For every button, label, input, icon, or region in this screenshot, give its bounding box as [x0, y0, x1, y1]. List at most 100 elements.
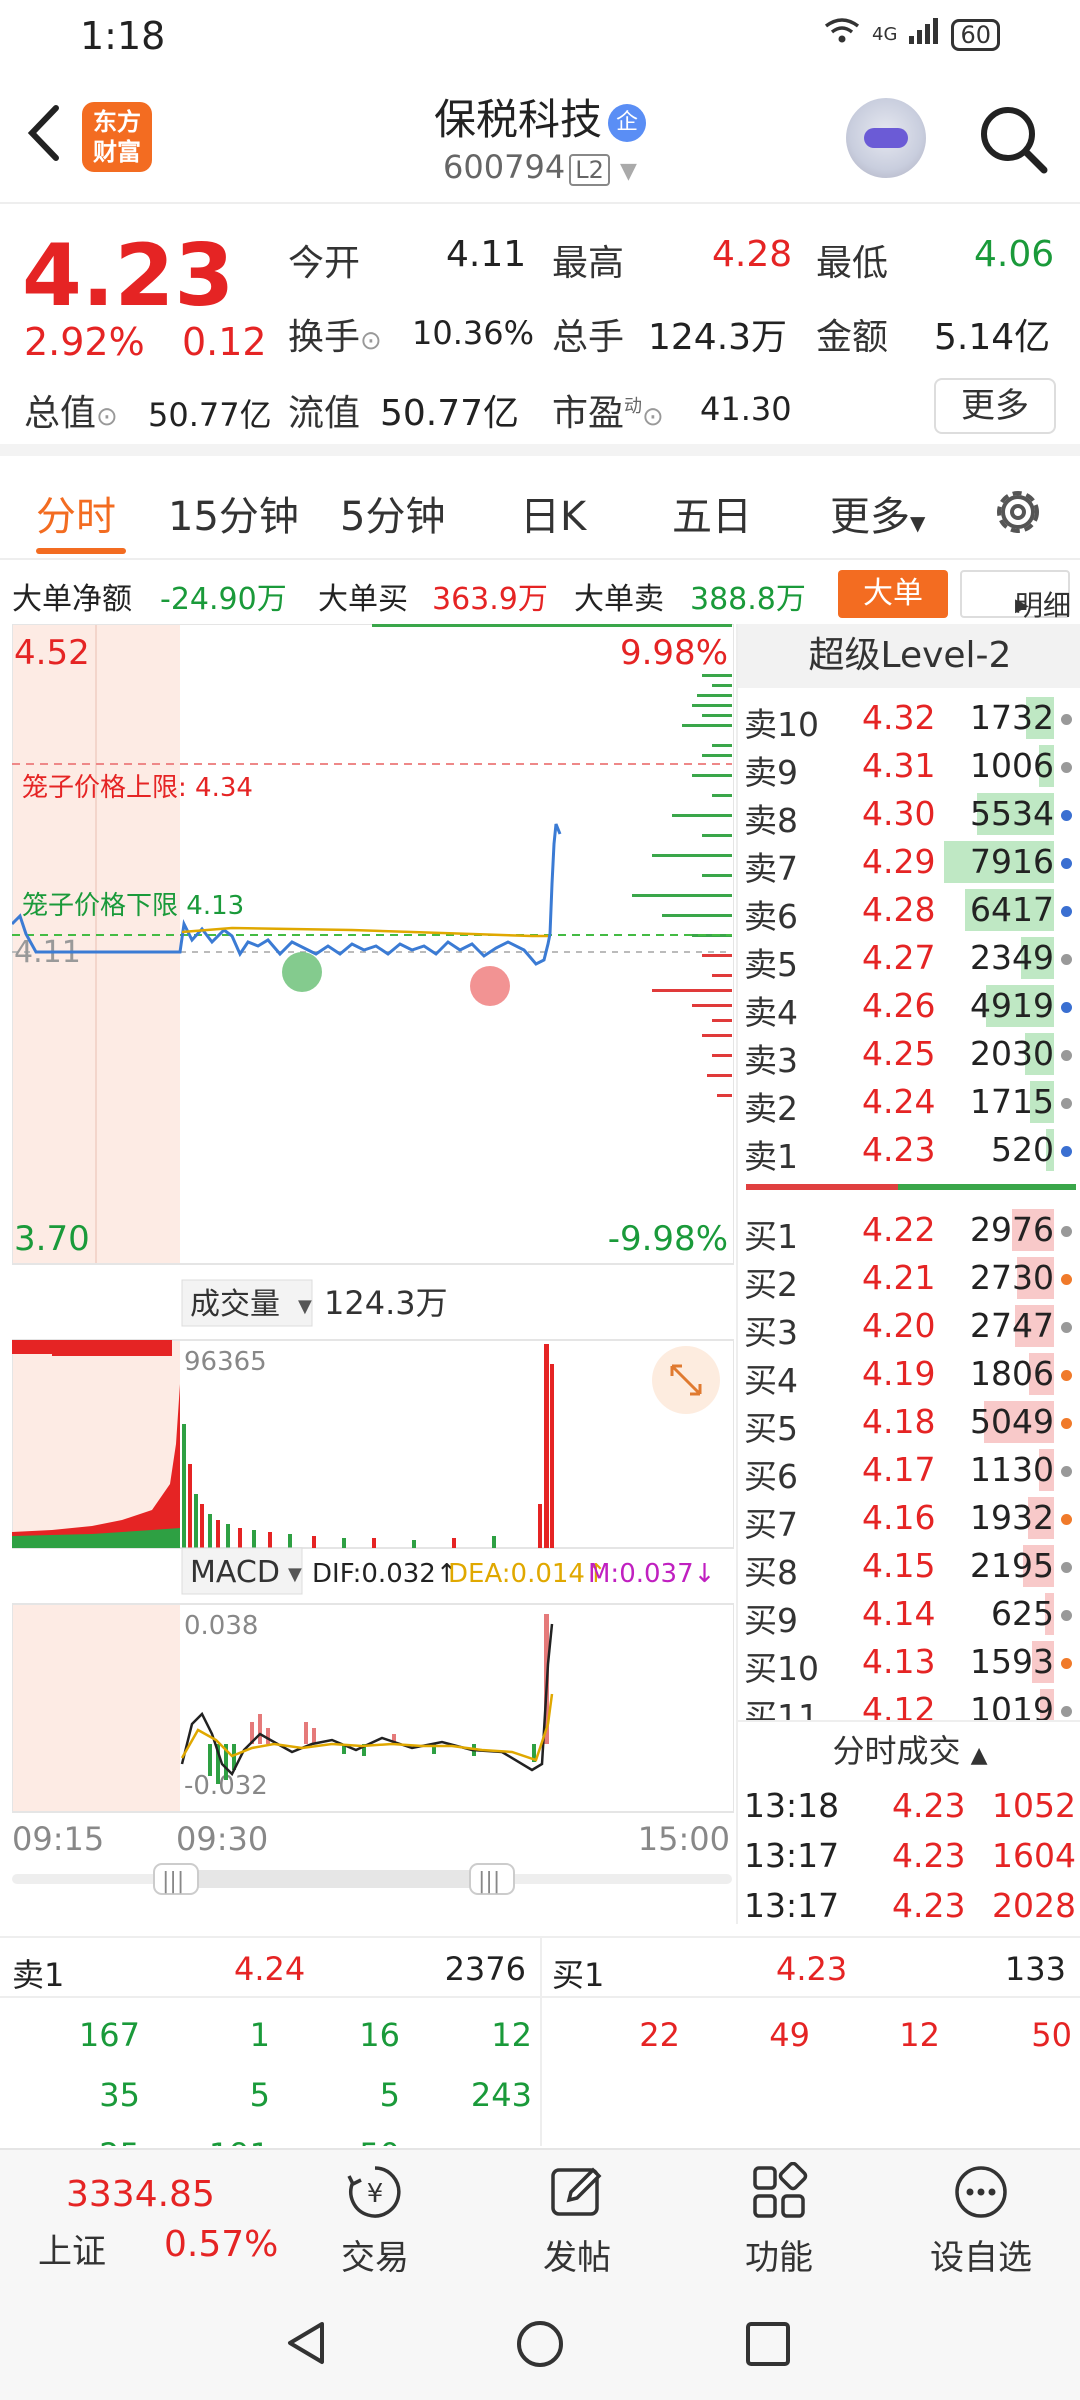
sell-value: 388.8万 [690, 582, 806, 617]
dropdown-triangle-icon: ▼ [288, 1564, 302, 1585]
net-value: -24.90万 [160, 582, 287, 617]
time-start-label: 09:15 [12, 1820, 104, 1858]
bid-volume: 5049 [970, 1402, 1054, 1441]
tab-5min[interactable]: 5分钟 [340, 484, 445, 542]
info-icon: ⊙ [360, 326, 382, 356]
buy-queue-order: 12 [899, 2016, 940, 2054]
turnover-value: 10.36% [412, 314, 535, 352]
bid-volume: 1806 [970, 1354, 1054, 1393]
tab-daily-k[interactable]: 日K [520, 484, 586, 542]
buy-queue-order: 22 [639, 2016, 680, 2054]
bid-volume: 1593 [970, 1642, 1054, 1681]
nav-post[interactable]: 发帖 [512, 2162, 642, 2282]
high-value: 4.28 [712, 234, 793, 275]
bid-volume: 2747 [970, 1306, 1054, 1345]
bid-price: 4.12 [862, 1690, 936, 1720]
tab-five-day[interactable]: 五日 [672, 484, 752, 542]
bid-label: 买5 [744, 1409, 798, 1448]
recents-square-icon[interactable] [744, 2320, 792, 2368]
svg-text:¥: ¥ [367, 2179, 384, 2209]
bid-row[interactable]: 买5 4.18 5049 [738, 1398, 1080, 1448]
bid-price: 4.15 [862, 1546, 936, 1585]
detail-button[interactable]: 明细 ▶ [960, 570, 1071, 622]
bid-row[interactable]: 买11 4.12 1019 [738, 1686, 1080, 1720]
bid-volume: 625 [991, 1594, 1054, 1633]
macd-m: M:0.037↓ [588, 1559, 715, 1589]
bid-dot-icon [1061, 1274, 1072, 1285]
bid-price: 4.18 [862, 1402, 936, 1441]
svg-text:|||: ||| [478, 1869, 500, 1894]
bid-price: 4.16 [862, 1498, 936, 1537]
bid-volume: 2976 [970, 1210, 1054, 1249]
search-icon[interactable] [976, 102, 1050, 176]
bottom-nav: 3334.85 上证 0.57% ¥ 交易 发帖 功能 设自选 [0, 2148, 1080, 2282]
buy-queue-header: 买1 4.23 133 [542, 1938, 1080, 1998]
robot-assistant-avatar[interactable] [846, 98, 926, 178]
buy-queue-label: 买1 [552, 1956, 605, 1994]
price-high-label: 4.52 [14, 633, 90, 673]
bid-row[interactable]: 买6 4.17 1130 [738, 1446, 1080, 1496]
sell-queue-order: 5 [379, 2076, 400, 2114]
bid-row[interactable]: 买9 4.14 625 [738, 1590, 1080, 1640]
mktcap-value: 50.77亿 [148, 396, 272, 434]
back-triangle-icon[interactable] [282, 2318, 332, 2368]
nav-functions[interactable]: 功能 [714, 2162, 844, 2282]
bid-row[interactable]: 买4 4.19 1806 [738, 1350, 1080, 1400]
big-order-bar: 大单净额 -24.90万 大单买 363.9万 大单卖 388.8万 大单 明细… [0, 562, 1080, 622]
cage-upper-label: 笼子价格上限: 4.34 [22, 773, 253, 803]
stock-name: 保税科技 [433, 95, 602, 144]
bid-row[interactable]: 买8 4.15 2195 [738, 1542, 1080, 1592]
bid-dot-icon [1061, 1418, 1072, 1429]
volume-total: 124.3万 [324, 1284, 448, 1322]
sell-label: 大单卖 [574, 582, 664, 617]
tab-intraday[interactable]: 分时 [36, 484, 116, 542]
high-label: 最高 [552, 243, 625, 284]
bid-volume: 1130 [970, 1450, 1054, 1489]
change-amount: 0.12 [182, 320, 267, 364]
bid-row[interactable]: 买2 4.21 2730 [738, 1254, 1080, 1304]
sell-queue-order: 243 [470, 2076, 532, 2114]
dropdown-triangle-icon: ▼ [298, 1296, 312, 1317]
gear-icon[interactable] [990, 484, 1046, 540]
sell-queue-label: 卖1 [12, 1956, 65, 1994]
nav-trade[interactable]: ¥ 交易 [310, 2162, 440, 2282]
tab-more[interactable]: 更多▼ [830, 484, 925, 542]
tick-row: 13:18 4.23 1052 [738, 1782, 1080, 1832]
info-icon: ⊙ [642, 402, 664, 432]
big-order-button[interactable]: 大单 [838, 570, 948, 618]
bid-list: 买1 4.22 2976 买2 4.21 2730 买3 4.20 2747 买4 4.19 1806… [738, 624, 1080, 1720]
mktcap-label: 总值⊙ [24, 393, 118, 434]
bid-row[interactable]: 买7 4.16 1932 [738, 1494, 1080, 1544]
intraday-chart[interactable]: 笼子价格上限: 4.34 笼子价格下限 4.13 4.11 4.52 9.98%… [10, 623, 735, 1914]
ticks-title[interactable]: 分时成交 ▲ [738, 1720, 1080, 1778]
bid-volume: 2730 [970, 1258, 1054, 1297]
current-price: 4.23 [22, 226, 235, 326]
macd-max-label: 0.038 [184, 1611, 258, 1641]
sell-queue-order: 167 [78, 2016, 140, 2054]
battery-icon: 60 [951, 18, 1000, 51]
bid-price: 4.21 [862, 1258, 936, 1297]
queue-panel: 卖1 4.24 2376 买1 4.23 133 167 1 16 12 35 5 5 243… [0, 1936, 1080, 2146]
bid-row[interactable]: 买10 4.13 1593 [738, 1638, 1080, 1688]
bid-row[interactable]: 买3 4.20 2747 [738, 1302, 1080, 1352]
buy-label: 大单买 [318, 582, 408, 617]
level2-panel: 超级Level-2 卖10 4.32 1732 卖9 4.31 1006 卖8 4.30 553… [736, 624, 1080, 1925]
edit-icon [551, 2167, 602, 2216]
bid-label: 买7 [744, 1505, 798, 1544]
pct-low-label: -9.98% [608, 1219, 728, 1259]
bid-label: 买2 [744, 1265, 798, 1304]
system-nav-bar [0, 2282, 1080, 2400]
more-button[interactable]: 更多 [934, 378, 1056, 434]
more-dots-icon [955, 2166, 1007, 2218]
home-circle-icon[interactable] [514, 2318, 566, 2370]
volume-value: 124.3万 [648, 317, 788, 358]
sell-queue-header: 卖1 4.24 2376 [0, 1938, 540, 1998]
info-icon: ⊙ [96, 402, 118, 432]
nav-add-watchlist[interactable]: 设自选 [916, 2162, 1046, 2282]
status-time: 1:18 [80, 14, 166, 58]
pe-label: 市盈动⊙ [552, 393, 664, 434]
tab-15min[interactable]: 15分钟 [168, 484, 299, 542]
bid-label: 买6 [744, 1457, 798, 1496]
bid-row[interactable]: 买1 4.22 2976 [738, 1206, 1080, 1256]
macd-label: MACD [190, 1555, 280, 1590]
